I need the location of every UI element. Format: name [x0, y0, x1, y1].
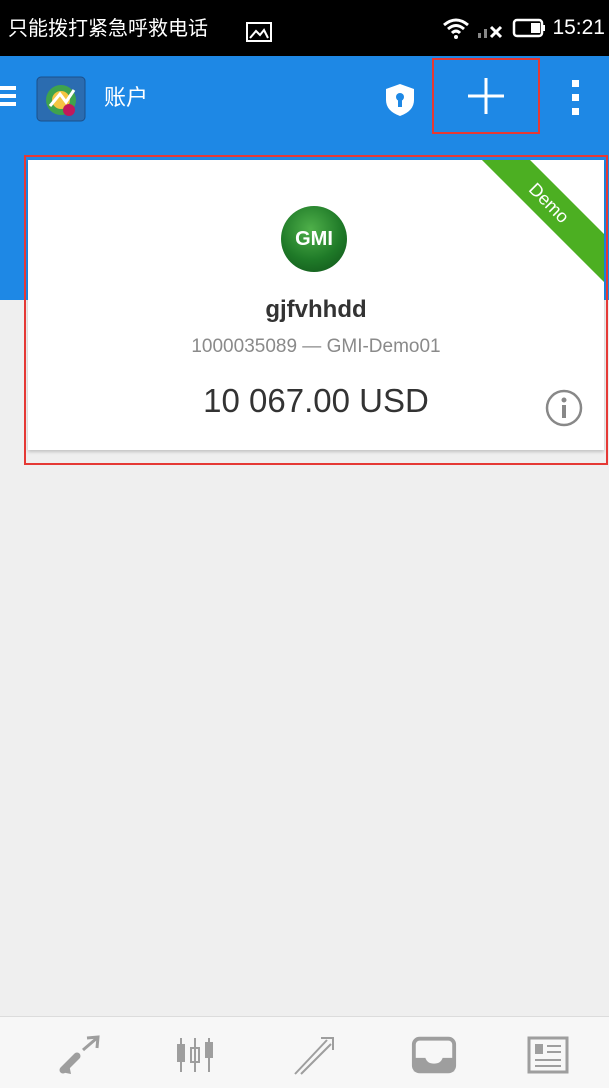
nav-charts[interactable] — [172, 1031, 220, 1079]
page-title: 账户 — [104, 86, 149, 111]
account-name: gjfvhhdd — [265, 296, 367, 323]
image-icon — [246, 22, 272, 42]
status-carrier-text: 只能拨打紧急呼救电话 — [8, 16, 208, 40]
quotes-icon — [59, 1035, 100, 1074]
hamburger-icon[interactable] — [0, 84, 22, 108]
metatrader-app-icon[interactable] — [36, 76, 86, 122]
wifi-icon — [443, 18, 470, 39]
nav-quotes[interactable] — [56, 1031, 104, 1079]
broker-logo: GMI — [281, 206, 347, 272]
status-bar: 只能拨打紧急呼救电话 15:21 — [0, 0, 609, 56]
battery-icon — [513, 18, 546, 38]
add-account-button[interactable] — [432, 58, 540, 134]
status-time: 15:21 — [552, 16, 605, 39]
account-number-server: 1000035089 — GMI-Demo01 — [191, 336, 441, 357]
nav-trade[interactable] — [290, 1031, 338, 1079]
status-right-group: 15:21 — [442, 12, 605, 44]
info-icon[interactable] — [544, 388, 584, 428]
nav-history[interactable] — [410, 1031, 458, 1079]
plus-icon — [468, 78, 504, 114]
history-icon — [411, 1036, 457, 1074]
news-icon — [527, 1036, 569, 1074]
demo-ribbon: Demo — [469, 160, 604, 283]
bottom-navigation — [0, 1016, 609, 1088]
account-balance: 10 067.00 USD — [203, 382, 429, 419]
signal-off-icon — [478, 25, 503, 39]
nav-news[interactable] — [524, 1031, 572, 1079]
charts-icon — [177, 1038, 213, 1072]
more-vert-icon[interactable] — [566, 78, 586, 118]
trade-icon — [294, 1037, 334, 1075]
shield-icon[interactable] — [383, 82, 417, 118]
account-card[interactable]: Demo GMI gjfvhhdd 1000035089 — GMI-Demo0… — [28, 160, 604, 450]
